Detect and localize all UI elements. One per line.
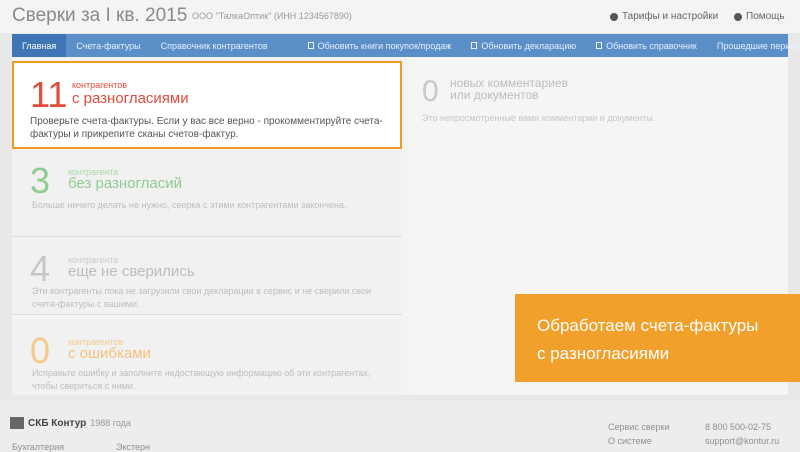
counterparty-summary: 11 контрагентов с разногласиями Проверьт… (12, 57, 402, 395)
nav-item-home[interactable]: Главная (12, 34, 67, 57)
footer-service[interactable]: Сервис сверки (608, 422, 669, 432)
nav-item-invoices[interactable]: Счета-фактуры (66, 34, 150, 57)
tariffs-link-label: Тарифы и настройки (622, 11, 719, 22)
nav-item-update-directory[interactable]: Обновить справочник (586, 34, 707, 57)
footer-brand[interactable]: СКБ Контур 1988 года (10, 417, 131, 429)
card-no-disagreements[interactable]: 3 контрагента без разногласий Больше нич… (12, 149, 402, 237)
footer-since: 1988 года (90, 418, 131, 428)
callout-line-1: Обработаем счета-фактуры (537, 316, 759, 335)
document-icon (307, 42, 314, 49)
comments-title-line2: или документов (450, 88, 539, 102)
tutorial-callout: Обработаем счета-фактуры с разногласиями (515, 294, 800, 382)
gear-icon (610, 12, 618, 21)
kontur-logo-icon (10, 417, 24, 429)
document-icon (471, 42, 478, 49)
nav-item-update-directory-label: Обновить справочник (606, 40, 697, 51)
nav-item-past-periods[interactable]: Прошедшие периоды ▾ (707, 34, 800, 57)
nav-item-past-periods-label: Прошедшие периоды (716, 40, 800, 51)
card-count: 4 (30, 248, 51, 289)
help-link[interactable]: Помощь (734, 11, 785, 22)
footer-phone: 8 800 500-02-75 (705, 422, 772, 432)
card-description: Проверьте счета-фактуры. Если у вас все … (30, 116, 383, 140)
card-label-big: с ошибками (68, 345, 151, 362)
card-label-big: с разногласиями (72, 90, 189, 107)
page: Сверки за I кв. 2015 ООО "ТалкаОптик" (И… (0, 0, 800, 452)
footer-brand-name: СКБ Контур (28, 417, 87, 429)
nav-item-counterparties[interactable]: Справочник контрагентов (151, 34, 278, 57)
card-count: 11 (30, 74, 68, 115)
footer-link-accounting[interactable]: Бухгалтерия (12, 442, 64, 452)
nav-item-update-declaration[interactable]: Обновить декларацию (461, 34, 586, 57)
document-icon (596, 42, 603, 49)
organization-name: ООО "ТалкаОптик" (ИНН 1234567890) (192, 11, 352, 21)
comments-description: Это непросмотренные вами комментарии и д… (422, 113, 656, 123)
card-errors[interactable]: 0 контрагентов с ошибками Исправьте ошиб… (12, 319, 402, 395)
footer-link-extern[interactable]: Экстерн (116, 442, 150, 452)
card-disagreements[interactable]: 11 контрагентов с разногласиями Проверьт… (12, 61, 402, 149)
header: Сверки за I кв. 2015 ООО "ТалкаОптик" (И… (0, 0, 800, 33)
page-title: Сверки за I кв. 2015 (12, 5, 188, 26)
main-nav: Главная Счета-фактуры Справочник контраг… (12, 34, 800, 57)
help-icon (734, 12, 742, 21)
callout-line-2: с разногласиями (537, 344, 670, 363)
nav-item-update-books-label: Обновить книги покупок/продаж (317, 40, 452, 51)
card-description: Исправьте ошибку и заполните недостающую… (32, 368, 371, 391)
comments-count: 0 (422, 75, 439, 108)
card-not-reconciled[interactable]: 4 контрагента еще не сверились Эти контр… (12, 237, 402, 315)
card-label-small: контрагентов (72, 80, 128, 90)
card-label-big: без разногласий (68, 175, 182, 192)
footer-email[interactable]: support@kontur.ru (705, 436, 779, 446)
comments-title: новых комментариев или документов (450, 77, 568, 101)
card-description: Эти контрагенты пока не загрузили свои д… (32, 286, 371, 309)
footer: СКБ Контур 1988 года Бухгалтерия Экстерн… (0, 400, 800, 452)
card-label-big: еще не сверились (68, 263, 195, 280)
nav-item-update-books[interactable]: Обновить книги покупок/продаж (298, 34, 462, 57)
nav-item-update-declaration-label: Обновить декларацию (481, 40, 577, 51)
card-count: 0 (30, 330, 51, 371)
tariffs-link[interactable]: Тарифы и настройки (610, 11, 718, 22)
card-description: Больше ничего делать не нужно, сверка с … (32, 200, 347, 210)
footer-about[interactable]: О системе (608, 436, 652, 446)
help-link-label: Помощь (746, 11, 785, 22)
card-count: 3 (30, 160, 51, 201)
